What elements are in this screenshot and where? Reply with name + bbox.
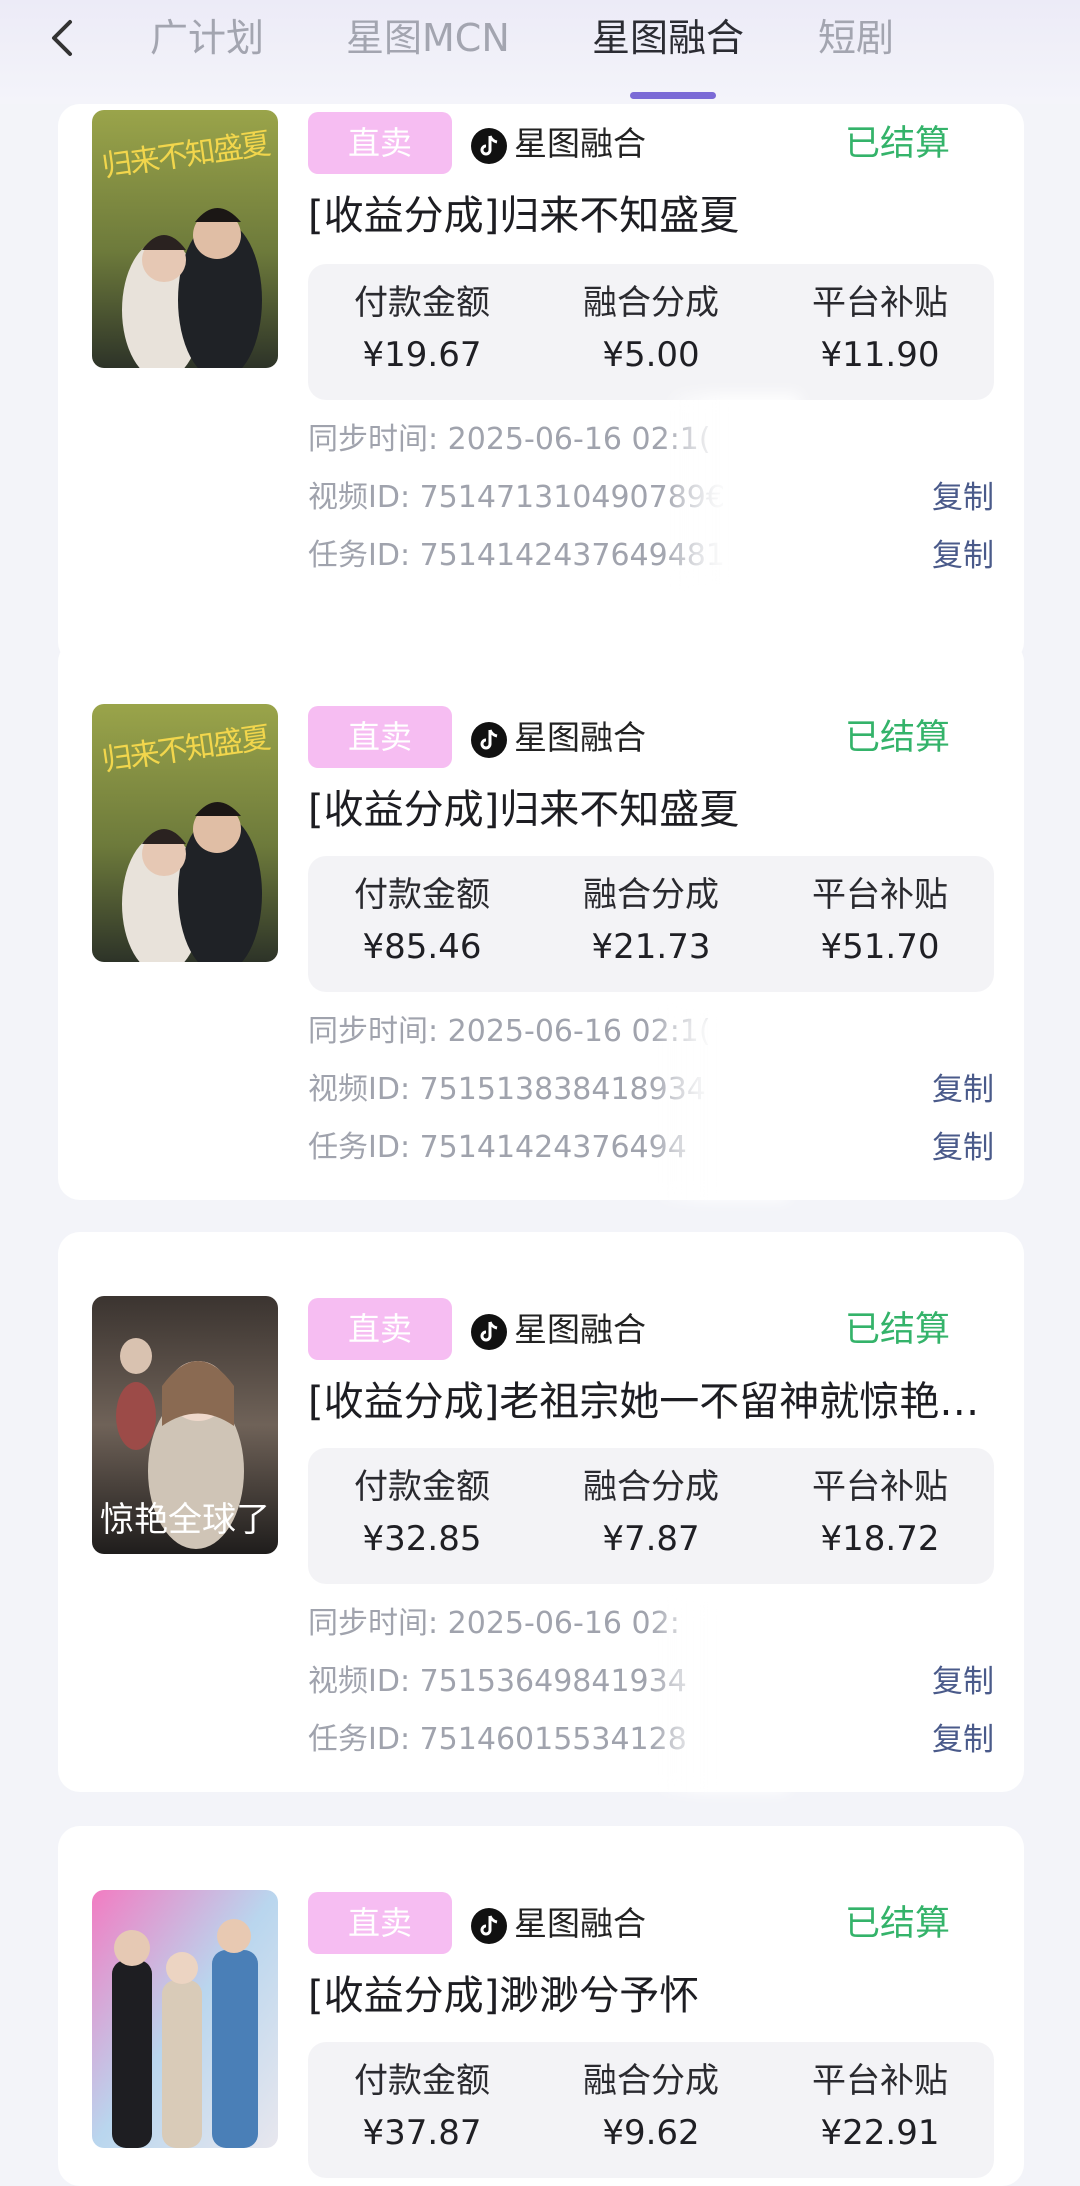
payment-amount: 付款金额 ¥19.67 [308, 278, 536, 382]
amount-label: 付款金额 [354, 2061, 490, 2101]
status-badge: 已结算 [844, 1904, 950, 1944]
platform-name: 星图融合 [514, 718, 646, 757]
direct-sale-badge: 直卖 [308, 112, 452, 174]
task-id: 任务ID: 75141424376494 [308, 1130, 687, 1165]
platform-name: 星图融合 [514, 1904, 646, 1943]
tab-short-drama[interactable]: 短剧 [818, 14, 894, 62]
sync-time: 同步时间: 2025-06-16 02: [308, 1606, 680, 1641]
back-button[interactable] [40, 14, 88, 62]
amount-label: 平台补贴 [812, 875, 948, 915]
amount-value: ¥19.67 [362, 335, 482, 375]
copy-task-id-button[interactable]: 复制 [932, 534, 994, 578]
direct-sale-badge: 直卖 [308, 706, 452, 768]
status-badge: 已结算 [844, 1310, 950, 1350]
amount-label: 付款金额 [354, 875, 490, 915]
payment-amount: 付款金额 ¥37.87 [308, 2056, 536, 2160]
video-id: 视频ID: 751471310490789€ [308, 480, 725, 515]
amount-value: ¥32.85 [362, 1519, 482, 1559]
payment-amount: 付款金额 ¥85.46 [308, 870, 536, 974]
sync-time: 同步时间: 2025-06-16 02:1( [308, 422, 711, 457]
direct-sale-badge: 直卖 [308, 1892, 452, 1954]
direct-sale-badge: 直卖 [308, 1298, 452, 1360]
fusion-share: 融合分成 ¥5.00 [537, 278, 765, 382]
video-id: 视频ID: 751513838418934 [308, 1072, 706, 1107]
drama-poster[interactable] [92, 1890, 278, 2148]
order-title: [收益分成]归来不知盛夏 [308, 193, 740, 239]
amount-value: ¥37.87 [362, 2113, 482, 2153]
amount-value: ¥7.87 [602, 1519, 700, 1559]
amount-value: ¥21.73 [591, 927, 711, 967]
redaction-mask [658, 1010, 788, 1200]
platform-subsidy: 平台补贴 ¥22.91 [766, 2056, 994, 2160]
order-card[interactable]: 惊艳全球了 直卖 星图融合 已结算 [收益分成]老祖宗她一不留神就惊艳… 付款金… [58, 1232, 1024, 1792]
platform-subsidy: 平台补贴 ¥18.72 [766, 1462, 994, 1566]
active-tab-indicator [630, 92, 716, 99]
drama-poster[interactable]: 归来不知盛夏 [92, 110, 278, 368]
video-id: 视频ID: 75153649841934 [308, 1664, 687, 1699]
sync-time: 同步时间: 2025-06-16 02:1( [308, 1014, 711, 1049]
amount-value: ¥11.90 [820, 335, 940, 375]
order-card[interactable]: 归来不知盛夏 直卖 星图融合 已结算 [收益分成]归来不知盛夏 付款金额 ¥85… [58, 640, 1024, 1200]
amount-panel: 付款金额 ¥19.67 融合分成 ¥5.00 平台补贴 ¥11.90 [308, 264, 994, 400]
task-id: 任务ID: 75146015534128 [308, 1722, 687, 1757]
redaction-mask [658, 1602, 788, 1792]
amount-label: 付款金额 [354, 283, 490, 323]
amount-label: 平台补贴 [812, 283, 948, 323]
amount-label: 付款金额 [354, 1467, 490, 1507]
tab-header: 广计划 星图MCN 星图融合 短剧 [0, 0, 1080, 104]
platform-subsidy: 平台补贴 ¥11.90 [766, 278, 994, 382]
douyin-icon [471, 722, 507, 758]
copy-task-id-button[interactable]: 复制 [932, 1126, 994, 1170]
tab-xingtu-fusion[interactable]: 星图融合 [592, 14, 744, 62]
amount-value: ¥18.72 [820, 1519, 940, 1559]
amount-panel: 付款金额 ¥37.87 融合分成 ¥9.62 平台补贴 ¥22.91 [308, 2042, 994, 2178]
status-badge: 已结算 [844, 718, 950, 758]
amount-value: ¥22.91 [820, 2113, 940, 2153]
amount-label: 平台补贴 [812, 1467, 948, 1507]
douyin-icon [471, 128, 507, 164]
redaction-mask [670, 394, 800, 584]
amount-label: 融合分成 [583, 875, 719, 915]
fusion-share: 融合分成 ¥9.62 [537, 2056, 765, 2160]
status-badge: 已结算 [844, 124, 950, 164]
copy-video-id-button[interactable]: 复制 [932, 1068, 994, 1112]
order-title: [收益分成]老祖宗她一不留神就惊艳… [308, 1379, 980, 1425]
poster-title: 惊艳全球了 [100, 1500, 270, 1540]
copy-task-id-button[interactable]: 复制 [932, 1718, 994, 1762]
order-card[interactable]: 直卖 星图融合 已结算 [收益分成]渺渺兮予怀 付款金额 ¥37.87 融合分成… [58, 1826, 1024, 2186]
drama-poster[interactable]: 惊艳全球了 [92, 1296, 278, 1554]
order-title: [收益分成]渺渺兮予怀 [308, 1973, 700, 2019]
platform-name: 星图融合 [514, 1310, 646, 1349]
amount-value: ¥85.46 [362, 927, 482, 967]
copy-video-id-button[interactable]: 复制 [932, 476, 994, 520]
platform-name: 星图融合 [514, 124, 646, 163]
amount-label: 融合分成 [583, 1467, 719, 1507]
amount-label: 平台补贴 [812, 2061, 948, 2101]
fusion-share: 融合分成 ¥21.73 [537, 870, 765, 974]
tab-xingtu-mcn[interactable]: 星图MCN [346, 14, 510, 62]
amount-label: 融合分成 [583, 283, 719, 323]
payment-amount: 付款金额 ¥32.85 [308, 1462, 536, 1566]
amount-value: ¥5.00 [602, 335, 700, 375]
tab-ad-plan[interactable]: 广计划 [150, 14, 264, 62]
fusion-share: 融合分成 ¥7.87 [537, 1462, 765, 1566]
drama-poster[interactable]: 归来不知盛夏 [92, 704, 278, 962]
amount-label: 融合分成 [583, 2061, 719, 2101]
copy-video-id-button[interactable]: 复制 [932, 1660, 994, 1704]
task-id: 任务ID: 7514142437649481 [308, 538, 725, 573]
platform-subsidy: 平台补贴 ¥51.70 [766, 870, 994, 974]
amount-panel: 付款金额 ¥85.46 融合分成 ¥21.73 平台补贴 ¥51.70 [308, 856, 994, 992]
douyin-icon [471, 1908, 507, 1944]
amount-panel: 付款金额 ¥32.85 融合分成 ¥7.87 平台补贴 ¥18.72 [308, 1448, 994, 1584]
order-card[interactable]: 归来不知盛夏 直卖 星图融合 已结算 [收益分成]归来不知盛夏 付款金额 ¥19… [58, 104, 1024, 664]
chevron-left-icon [52, 20, 72, 56]
order-title: [收益分成]归来不知盛夏 [308, 787, 740, 833]
amount-value: ¥9.62 [602, 2113, 700, 2153]
amount-value: ¥51.70 [820, 927, 940, 967]
douyin-icon [471, 1314, 507, 1350]
